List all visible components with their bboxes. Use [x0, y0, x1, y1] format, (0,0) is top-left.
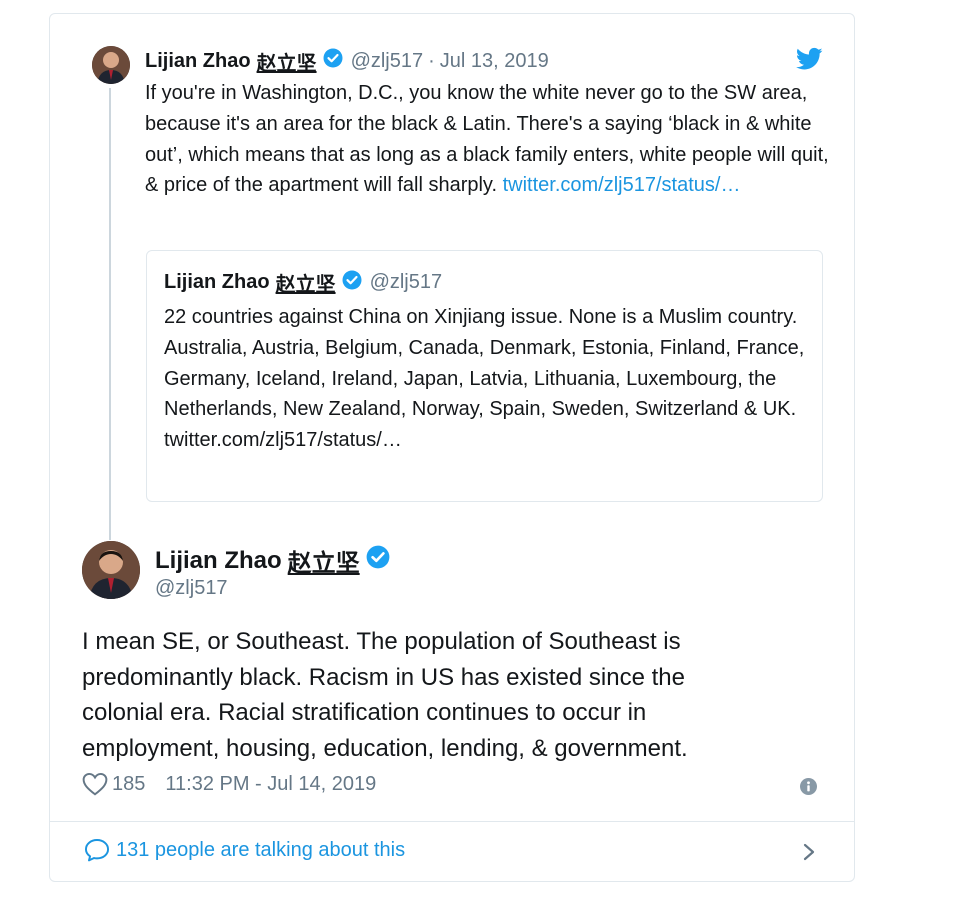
parent-author-name[interactable]: Lijian Zhao: [145, 50, 251, 73]
quoted-tweet-header: Lijian Zhao 赵立坚 @zlj517: [164, 268, 442, 297]
main-avatar[interactable]: [82, 541, 140, 599]
parent-avatar[interactable]: [92, 46, 130, 84]
quoted-tweet[interactable]: Lijian Zhao 赵立坚 @zlj517 22 countries aga…: [146, 250, 823, 502]
parent-tweet-header: Lijian Zhao 赵立坚 @zlj517 · Jul 13, 2019: [145, 47, 549, 76]
main-tweet-text: I mean SE, or Southeast. The population …: [82, 628, 688, 763]
parent-tweet-link[interactable]: twitter.com/zlj517/status/…: [503, 174, 741, 196]
main-author-name[interactable]: Lijian Zhao: [155, 547, 282, 575]
thread-connector-line: [109, 88, 111, 540]
heart-icon[interactable]: [82, 772, 108, 796]
quoted-author-name: Lijian Zhao: [164, 271, 270, 293]
tweet-meta-row: 185 11:32 PM - Jul 14, 2019: [82, 772, 376, 796]
quoted-author-name-cjk: 赵立坚: [275, 272, 336, 296]
like-count[interactable]: 185: [112, 773, 145, 796]
parent-handle[interactable]: @zlj517: [351, 50, 424, 73]
chevron-right-icon[interactable]: [802, 842, 816, 862]
quoted-tweet-body: 22 countries against China on Xinjiang i…: [164, 306, 805, 421]
conversation-link[interactable]: 131 people are talking about this: [84, 838, 405, 862]
twitter-bird-icon[interactable]: [796, 47, 823, 71]
verified-badge-icon: [342, 270, 362, 296]
quoted-handle: @zlj517: [369, 271, 443, 293]
info-icon[interactable]: [800, 778, 817, 795]
date-separator: ·: [428, 49, 435, 72]
main-handle[interactable]: @zlj517: [155, 577, 228, 600]
verified-badge-icon: [366, 545, 390, 576]
tweet-timestamp[interactable]: 11:32 PM - Jul 14, 2019: [165, 773, 376, 796]
quoted-tweet-text: 22 countries against China on Xinjiang i…: [164, 302, 814, 456]
quoted-tweet-link: twitter.com/zlj517/status/…: [164, 429, 402, 452]
parent-date[interactable]: Jul 13, 2019: [440, 50, 549, 73]
parent-tweet-text: If you're in Washington, D.C., you know …: [145, 78, 830, 201]
verified-badge-icon: [323, 48, 343, 74]
main-author-name-cjk[interactable]: 赵立坚: [288, 543, 360, 578]
main-tweet-author[interactable]: Lijian Zhao 赵立坚: [155, 543, 390, 578]
speech-bubble-icon: [84, 839, 110, 862]
footer-divider: [50, 821, 854, 822]
parent-author-name-cjk[interactable]: 赵立坚: [257, 47, 317, 76]
talking-count-text[interactable]: 131 people are talking about this: [116, 839, 405, 862]
